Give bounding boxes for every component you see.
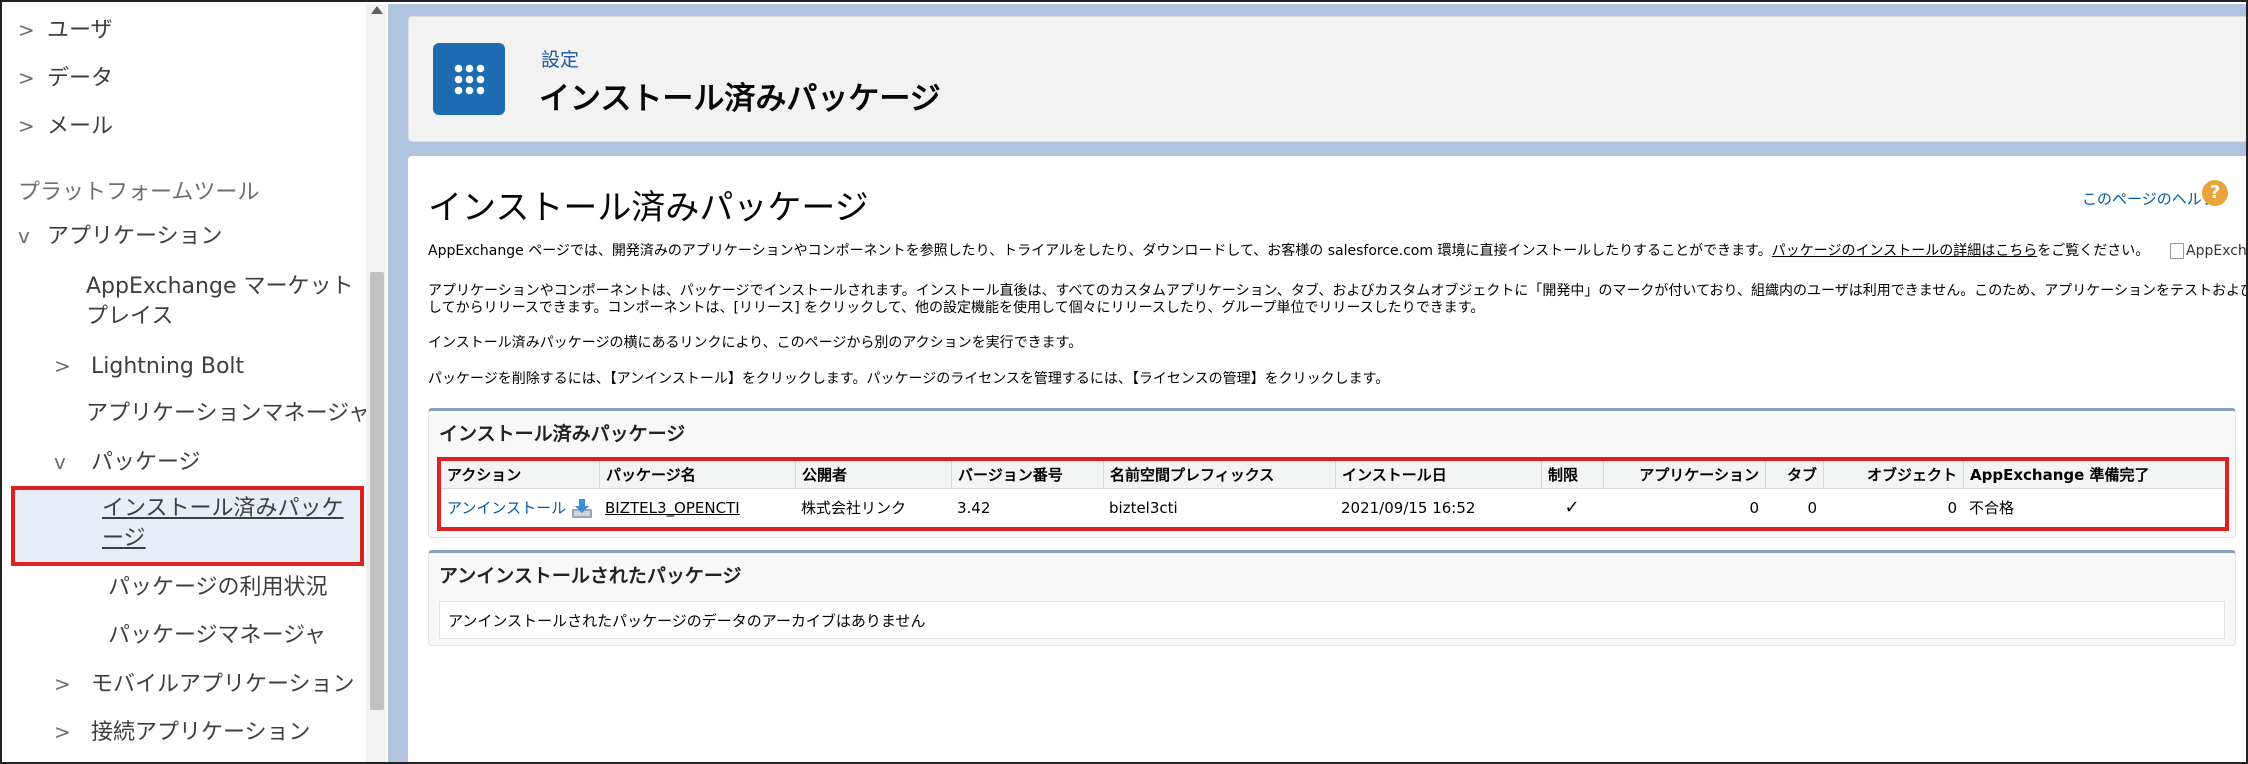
appexchange-ready-cell: 不合格 — [1969, 499, 2015, 517]
page-header-title: インストール済みパッケージ — [539, 81, 941, 117]
section-title: インストール済みパッケージ — [439, 423, 686, 445]
col-appexchange-ready[interactable]: AppExchange 準備完了 — [1963, 461, 2225, 489]
download-icon[interactable] — [571, 497, 593, 519]
scrollbar-thumb[interactable] — [370, 272, 384, 710]
installed-packages-section: インストール済みパッケージ アクション パッケージ名 公開者 バージョン番号 名… — [428, 408, 2236, 538]
uninstall-link[interactable]: アンインストール — [447, 499, 566, 517]
sidebar-item-lightning-bolt[interactable]: > Lightning Bolt — [54, 352, 244, 381]
apps-count-cell: 0 — [1749, 499, 1759, 517]
uninstall-link-cell: アンインストール — [441, 491, 571, 525]
sidebar-item-label: ユーザ — [47, 18, 113, 43]
sidebar-item-package-usage[interactable]: パッケージの利用状況 — [108, 574, 328, 602]
content-card: インストール済みパッケージ このページのヘルプ ? AppExchange ペー… — [408, 156, 2248, 762]
sidebar-item-label: Lightning Bolt — [91, 354, 245, 379]
page-header: 設定 インストール済みパッケージ — [408, 16, 2246, 142]
intro-text: AppExchange ページでは、開発済みのアプリケーションやコンポーネントを… — [428, 243, 1772, 259]
package-name-cell: BIZTEL3_OPENCTI — [599, 491, 795, 525]
col-tabs[interactable]: タブ — [1765, 461, 1823, 489]
chevron-right-icon: > — [18, 66, 35, 90]
sidebar-item-label: モバイルアプリケーション — [91, 672, 355, 697]
appexchange-image-alt: AppExchange へ — [2186, 243, 2247, 259]
install-date-cell: 2021/09/15 16:52 — [1341, 499, 1476, 517]
chevron-right-icon: > — [54, 720, 71, 744]
table-header: アクション パッケージ名 公開者 バージョン番号 名前空間プレフィックス インス… — [441, 461, 2225, 489]
col-objects[interactable]: オブジェクト — [1823, 461, 1963, 489]
sidebar-item-label: アプリケーション — [47, 224, 223, 249]
package-install-details-link[interactable]: パッケージのインストールの詳細はこちら — [1772, 243, 2037, 259]
sidebar-item-label: アプリケーションマネージャ — [86, 401, 371, 426]
sidebar-item-label: AppExchange マーケットプレイス — [86, 274, 354, 329]
objects-count-cell: 0 — [1947, 499, 1957, 517]
sidebar-item-label: メール — [47, 114, 114, 139]
intro-paragraph-4: パッケージを削除するには、【アンインストール】をクリックします。パッケージのライ… — [428, 371, 1390, 387]
page-title: インストール済みパッケージ — [428, 188, 869, 228]
sidebar-item-mobile-apps[interactable]: > モバイルアプリケーション — [54, 670, 355, 699]
breadcrumb-setup[interactable]: 設定 — [541, 45, 579, 72]
restricted-cell: ✓ — [1541, 491, 1603, 525]
col-publisher[interactable]: 公開者 — [795, 461, 951, 489]
tabs-count-cell: 0 — [1807, 499, 1817, 517]
chevron-right-icon: > — [18, 114, 35, 138]
window-frame: > ユーザ > データ > メール プラットフォームツール v アプリケーション… — [0, 0, 2248, 764]
col-version[interactable]: バージョン番号 — [951, 461, 1103, 489]
app-grid-icon — [433, 43, 505, 115]
sidebar-item-label: 接続アプリケーション — [91, 720, 311, 745]
namespace-cell: biztel3cti — [1109, 499, 1178, 517]
setup-sidebar: > ユーザ > データ > メール プラットフォームツール v アプリケーション… — [4, 4, 386, 762]
broken-image-icon — [2170, 243, 2184, 259]
appexchange-image-link[interactable]: AppExchange へ — [2170, 240, 2247, 260]
sidebar-item-label: パッケージマネージャ — [108, 623, 327, 648]
col-package-name[interactable]: パッケージ名 — [599, 461, 795, 489]
section-title: アンインストールされたパッケージ — [439, 565, 742, 587]
col-apps[interactable]: アプリケーション — [1603, 461, 1765, 489]
sidebar-item-data[interactable]: > データ — [18, 64, 113, 93]
sidebar-item-app-manager[interactable]: アプリケーションマネージャ — [86, 400, 370, 428]
uninstalled-packages-section: アンインストールされたパッケージ アンインストールされたパッケージのデータのアー… — [428, 550, 2236, 646]
sidebar-item-installed-packages[interactable]: インストール済みパッケージ — [102, 494, 352, 554]
version-cell: 3.42 — [957, 499, 991, 517]
col-action: アクション — [447, 466, 522, 484]
intro-text-suffix: をご覧ください。 — [2037, 243, 2150, 259]
publisher-cell: 株式会社リンク — [801, 499, 907, 517]
sidebar-item-label: パッケージの利用状況 — [108, 575, 328, 600]
sidebar-section-header: プラットフォームツール — [18, 180, 260, 205]
sidebar-item-label: データ — [47, 66, 114, 91]
sidebar-item-appexchange[interactable]: AppExchange マーケットプレイス — [86, 272, 362, 332]
sidebar-item-packages[interactable]: v パッケージ — [54, 448, 201, 477]
sidebar-scrollbar[interactable] — [366, 4, 386, 762]
sidebar-item-users[interactable]: > ユーザ — [18, 16, 113, 45]
intro-paragraph-3: インストール済みパッケージの横にあるリンクにより、このページから別のアクションを… — [428, 335, 1083, 351]
sidebar-item-package-manager[interactable]: パッケージマネージャ — [108, 622, 326, 650]
main-area: 設定 インストール済みパッケージ インストール済みパッケージ このページのヘルプ… — [388, 4, 2248, 762]
intro-paragraph-1: AppExchange ページでは、開発済みのアプリケーションやコンポーネントを… — [428, 242, 2149, 260]
installed-packages-table: アクション パッケージ名 公開者 バージョン番号 名前空間プレフィックス インス… — [437, 457, 2229, 531]
question-icon[interactable]: ? — [2202, 180, 2228, 206]
col-namespace[interactable]: 名前空間プレフィックス — [1103, 461, 1335, 489]
scroll-up-arrow-icon[interactable] — [371, 6, 383, 14]
chevron-down-icon: v — [54, 450, 66, 474]
checkmark-icon: ✓ — [1564, 497, 1580, 518]
sidebar-item-email[interactable]: > メール — [18, 112, 113, 141]
chevron-right-icon: > — [54, 354, 71, 378]
sidebar-item-label: パッケージ — [91, 450, 201, 475]
package-name-link[interactable]: BIZTEL3_OPENCTI — [605, 499, 740, 517]
empty-message: アンインストールされたパッケージのデータのアーカイブはありません — [439, 601, 2225, 639]
col-restricted[interactable]: 制限 — [1541, 461, 1603, 489]
chevron-down-icon: v — [18, 224, 30, 248]
chevron-right-icon: > — [18, 18, 35, 42]
help-link[interactable]: このページのヘルプ — [2082, 188, 2217, 209]
intro-paragraph-2b: してからリリースできます。コンポーネントは、[リリース] をクリックして、他の設… — [428, 300, 1485, 316]
chevron-right-icon: > — [54, 672, 71, 696]
sidebar-item-connected-apps[interactable]: > 接続アプリケーション — [54, 718, 311, 747]
sidebar-item-applications[interactable]: v アプリケーション — [18, 222, 223, 251]
col-install-date[interactable]: インストール日 — [1335, 461, 1541, 489]
intro-paragraph-2a: アプリケーションやコンポーネントは、パッケージでインストールされます。インストー… — [428, 283, 2248, 299]
